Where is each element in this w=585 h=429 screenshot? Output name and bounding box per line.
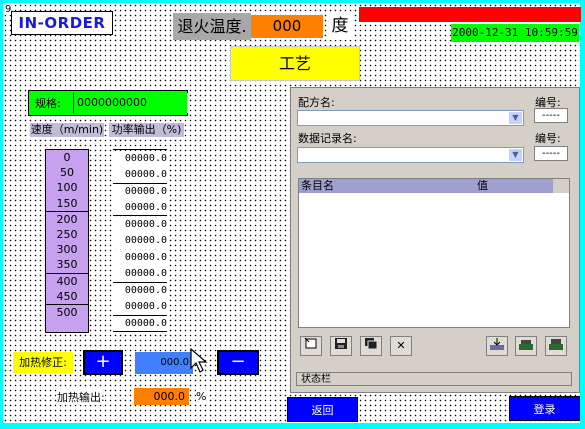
entry-name-column-header: 条目名 [301, 179, 334, 192]
brand-logo: IN-ORDER [11, 11, 113, 35]
speed-cell: 300 [56, 243, 78, 257]
output-cell[interactable]: 00000.0 [113, 184, 167, 200]
speed-cell: 150 [56, 196, 78, 210]
speed-column: 0 50 100 150 200 250 300 350 400 450 500 [45, 149, 89, 333]
heat-adjust-value[interactable]: 000.0 [135, 352, 193, 374]
speed-cell: 350 [56, 258, 78, 272]
recipe-number-field: ----- [534, 108, 568, 123]
speed-cell: 500 [46, 303, 88, 320]
recipe-name-label: 配方名: [298, 96, 335, 109]
alarm-bar [359, 7, 581, 22]
speed-cell: 200 [46, 210, 88, 227]
delete-button[interactable]: ✕ [390, 336, 412, 356]
plc-sync-icon [549, 339, 563, 350]
sync-button[interactable] [545, 336, 567, 356]
speed-cell: 50 [60, 166, 74, 180]
hmi-screen: 9 IN-ORDER 退火温度. 000 度 2000-12-31 10:59:… [3, 3, 581, 423]
speed-cell: 400 [46, 272, 88, 289]
output-cell[interactable]: 00000.0 [113, 200, 167, 216]
record-number-label: 编号: [535, 132, 561, 145]
output-cell[interactable]: 00000.0 [113, 266, 167, 282]
record-number-field: ----- [534, 146, 568, 161]
new-document-icon [304, 337, 317, 349]
status-bar: 状态栏 [296, 372, 572, 386]
output-cell[interactable]: 00000.0 [113, 167, 167, 183]
value-column-header: 值 [477, 179, 488, 192]
output-rule [113, 149, 167, 150]
speed-column-header: 速度（m/min) [30, 123, 104, 137]
process-title: 工艺 [230, 46, 360, 81]
heat-adjust-label: 加热修正: [13, 352, 73, 373]
chevron-down-icon[interactable]: ▼ [509, 149, 522, 161]
export-button[interactable] [515, 336, 537, 356]
recipe-name-dropdown[interactable]: ▼ [297, 110, 524, 126]
heat-increase-button[interactable]: + [83, 350, 123, 375]
recipe-entry-table[interactable]: 条目名 值 [298, 178, 570, 328]
output-cell[interactable]: 00000.0 [113, 316, 167, 332]
login-button[interactable]: 登录 [509, 396, 580, 421]
save-button[interactable] [330, 336, 352, 356]
output-rule [113, 215, 167, 216]
save-as-button[interactable] [360, 336, 382, 356]
heat-output-unit: % [196, 390, 207, 403]
anneal-temperature-display: 退火温度. 000 度 [173, 13, 357, 40]
import-icon [490, 338, 504, 350]
spec-value-field[interactable]: 0000000000 [73, 93, 188, 113]
heat-output-value: 000.0 [134, 388, 189, 405]
output-rule [113, 331, 167, 332]
import-button[interactable] [486, 336, 508, 356]
output-cell[interactable]: 00000.0 [113, 233, 167, 249]
anneal-temperature-value: 000 [251, 15, 323, 38]
window-frame: 9 IN-ORDER 退火温度. 000 度 2000-12-31 10:59:… [0, 0, 585, 429]
record-name-label: 数据记录名: [298, 132, 357, 145]
back-button[interactable]: 返回 [287, 397, 358, 422]
mouse-pointer-icon [190, 348, 208, 373]
table-header: 条目名 值 [299, 179, 569, 193]
output-cell[interactable]: 00000.0 [113, 217, 167, 233]
new-entry-button[interactable] [300, 336, 322, 356]
spec-bar: 规格: 0000000000 [28, 90, 188, 116]
delete-icon: ✕ [396, 339, 406, 352]
speed-cell: 450 [56, 289, 78, 303]
chevron-down-icon[interactable]: ▼ [509, 112, 522, 124]
heat-decrease-button[interactable]: − [217, 350, 259, 375]
output-cell[interactable]: 00000.0 [113, 283, 167, 299]
spec-label: 规格: [35, 97, 61, 110]
anneal-temperature-label: 退火温度. [173, 13, 251, 40]
output-cell[interactable]: 00000.0 [113, 151, 167, 167]
recipe-view: 配方名: 编号: ▼ ----- 数据记录名: 编号: ▼ ----- 条目名 … [290, 87, 580, 393]
speed-cell: 0 [63, 151, 71, 164]
output-column-header: 功率输出（%) [109, 123, 184, 137]
plc-transfer-icon [519, 340, 533, 350]
save-as-icon [365, 338, 378, 350]
speed-cell: 250 [56, 227, 78, 241]
anneal-temperature-unit: 度 [327, 13, 353, 40]
save-icon [335, 338, 347, 349]
heat-output-label: 加热输出: [57, 389, 105, 405]
output-cell[interactable]: 00000.0 [113, 299, 167, 315]
output-cell[interactable]: 00000.0 [113, 250, 167, 266]
date-time-display: 2000-12-31 10:59:59 [451, 24, 579, 42]
record-name-dropdown[interactable]: ▼ [297, 147, 524, 163]
speed-cell: 100 [56, 181, 78, 195]
